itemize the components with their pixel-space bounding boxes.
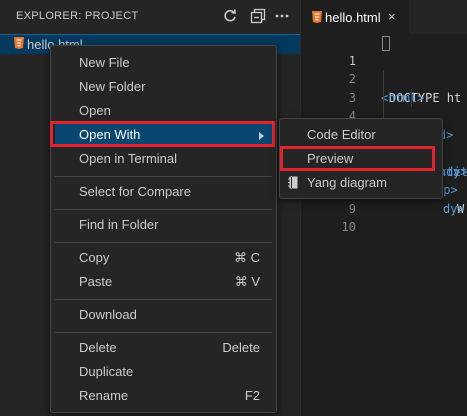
shortcut-label: ⌘ C <box>234 250 260 265</box>
menu-separator <box>55 299 272 300</box>
html-file-icon <box>14 37 24 49</box>
tab-hello-html[interactable]: hello.html × <box>301 0 409 34</box>
menu-item-label: New Folder <box>79 79 146 94</box>
refresh-icon[interactable] <box>222 8 238 24</box>
menu-item-label: Rename <box>79 388 129 403</box>
code-line: 10 <box>301 200 467 234</box>
context-menu: New File New Folder Open Open With Open … <box>50 45 277 413</box>
menu-item-copy[interactable]: Copy ⌘ C <box>55 246 272 270</box>
menu-item-select-for-compare[interactable]: Select for Compare <box>55 180 272 204</box>
menu-item-label: Yang diagram <box>307 175 387 190</box>
menu-item-label: Open in Terminal <box>79 151 178 166</box>
collapse-all-icon[interactable] <box>250 8 266 24</box>
submenu-item-yang-diagram[interactable]: Yang diagram <box>282 171 440 195</box>
menu-separator <box>55 176 272 177</box>
line-number: 10 <box>341 220 356 234</box>
highlight-box-preview <box>280 146 435 171</box>
menu-item-new-folder[interactable]: New Folder <box>55 75 272 99</box>
menu-item-label: Duplicate <box>79 364 134 379</box>
menu-item-label: Delete <box>79 340 117 355</box>
menu-item-new-file[interactable]: New File <box>55 51 272 75</box>
menu-item-open[interactable]: Open <box>55 99 272 123</box>
menu-item-duplicate[interactable]: Duplicate <box>55 360 272 384</box>
more-icon[interactable] <box>274 8 290 24</box>
explorer-title: EXPLORER: PROJECT <box>16 10 139 22</box>
menu-item-label: Code Editor <box>307 127 376 142</box>
close-icon[interactable]: × <box>388 9 396 24</box>
menu-item-delete[interactable]: Delete Delete <box>55 336 272 360</box>
code-line: 3 <head> <box>301 70 467 142</box>
indent-guide <box>411 88 412 107</box>
indent-guide <box>383 70 384 89</box>
menu-item-label: New File <box>79 55 130 70</box>
notebook-icon <box>288 176 298 189</box>
shortcut-label: Delete <box>222 340 260 355</box>
menu-separator <box>55 332 272 333</box>
menu-item-open-in-terminal[interactable]: Open in Terminal <box>55 147 272 171</box>
highlight-box-open-with <box>50 121 275 147</box>
shortcut-label: ⌘ V <box>234 274 260 289</box>
cursor <box>382 36 390 51</box>
code-line: 2 <html> <box>301 52 467 105</box>
menu-separator <box>55 242 272 243</box>
menu-item-label: Copy <box>79 250 110 265</box>
indent-guide <box>383 88 384 107</box>
menu-item-download[interactable]: Download <box>55 303 272 327</box>
menu-item-find-in-folder[interactable]: Find in Folder <box>55 213 272 237</box>
menu-item-label: Open <box>79 103 111 118</box>
menu-item-label: Select for Compare <box>79 184 191 199</box>
editor-area: hello.html × 1 DOCTYPE ht 2 <html> 3 <he… <box>300 0 467 416</box>
menu-item-label: Find in Folder <box>79 217 159 232</box>
tab-bar: hello.html × <box>301 0 467 34</box>
menu-item-label: Download <box>79 307 137 322</box>
shortcut-label: F2 <box>244 388 260 403</box>
menu-item-rename[interactable]: Rename F2 <box>55 384 272 408</box>
menu-item-paste[interactable]: Paste ⌘ V <box>55 270 272 294</box>
explorer-header: EXPLORER: PROJECT <box>0 0 300 34</box>
tab-label: hello.html <box>325 10 381 25</box>
code-line: 1 DOCTYPE ht <box>301 33 467 105</box>
menu-separator <box>55 209 272 210</box>
submenu-item-code-editor[interactable]: Code Editor <box>282 123 440 147</box>
menu-item-label: Paste <box>79 274 113 289</box>
app-window: EXPLORER: PROJECT hello.html × 1 DOCTYPE… <box>0 0 467 416</box>
code-line: 4 <tit <box>301 88 467 179</box>
html-file-icon <box>312 11 322 23</box>
